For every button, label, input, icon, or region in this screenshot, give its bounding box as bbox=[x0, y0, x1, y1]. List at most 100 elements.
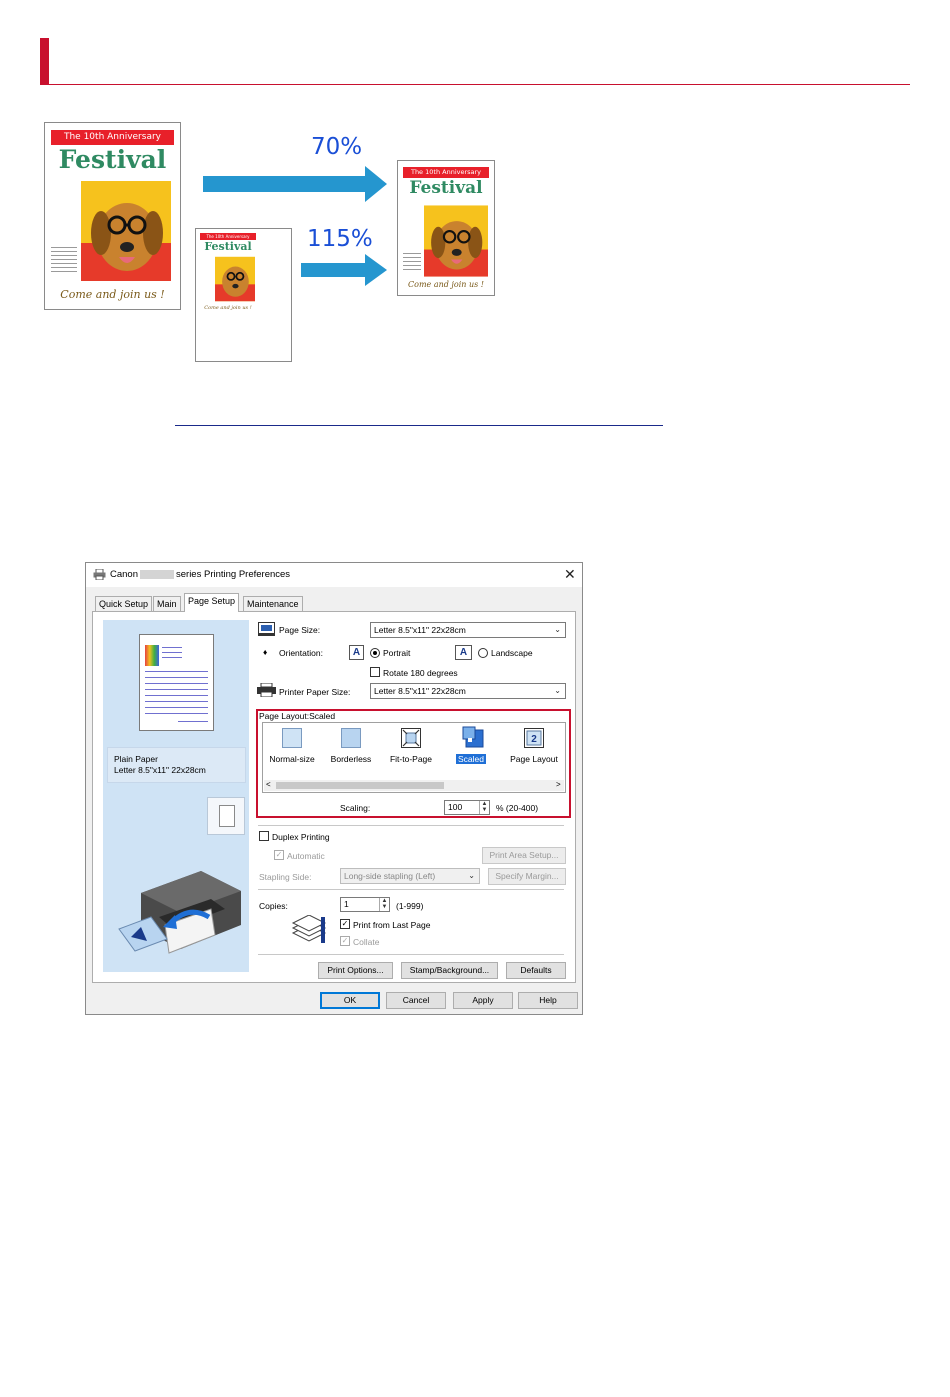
poster-tagline: Come and join us ! bbox=[60, 288, 165, 301]
page-size-value: Letter 8.5"x11" 22x28cm bbox=[374, 625, 466, 635]
small-poster-banner: The 10th Anniversary bbox=[200, 233, 256, 240]
scaling-value: 100 bbox=[448, 802, 463, 812]
spin-arrows-icon[interactable]: ▲ ▼ bbox=[479, 801, 489, 814]
scroll-right-icon[interactable]: > bbox=[556, 780, 561, 789]
landscape-radio[interactable] bbox=[478, 648, 488, 658]
portrait-radio[interactable] bbox=[370, 648, 380, 658]
scaled-poster-banner: The 10th Anniversary bbox=[403, 167, 489, 178]
specify-margin-button[interactable]: Specify Margin... bbox=[488, 868, 566, 885]
spin-arrows-icon[interactable]: ▲ ▼ bbox=[379, 898, 389, 911]
layout-normal-size[interactable]: Normal-size bbox=[269, 754, 315, 764]
copies-label: Copies: bbox=[259, 901, 288, 911]
scaled-poster: The 10th Anniversary Festival Come and j… bbox=[397, 160, 495, 296]
page-layout-icon[interactable]: 2 bbox=[524, 728, 544, 748]
defaults-button[interactable]: Defaults bbox=[506, 962, 566, 979]
poster-banner: The 10th Anniversary bbox=[51, 130, 174, 145]
copies-range: (1-999) bbox=[396, 901, 424, 911]
duplex-printing-label[interactable]: Duplex Printing bbox=[272, 832, 330, 842]
scaled-icon[interactable] bbox=[462, 726, 484, 748]
scaled-poster-title: Festival bbox=[409, 178, 483, 198]
print-from-last-page-checkbox[interactable]: ✓ bbox=[340, 919, 350, 929]
collate-checkbox[interactable]: ✓ bbox=[340, 936, 350, 946]
automatic-label: Automatic bbox=[287, 851, 325, 861]
page-size-select[interactable]: Letter 8.5"x11" 22x28cm ⌄ bbox=[370, 622, 566, 638]
automatic-checkbox[interactable]: ✓ bbox=[274, 850, 284, 860]
svg-text:2: 2 bbox=[531, 734, 537, 745]
scaled-poster-tagline: Come and join us ! bbox=[408, 280, 484, 289]
orientation-bullet-icon: ♦ bbox=[263, 647, 268, 657]
separator bbox=[258, 889, 564, 890]
printer-paper-size-value: Letter 8.5"x11" 22x28cm bbox=[374, 686, 466, 696]
preview-media-info: Plain Paper Letter 8.5"x11" 22x28cm bbox=[107, 747, 246, 783]
small-poster-title: Festival bbox=[204, 240, 252, 253]
page-layout-label: Page Layout:Scaled bbox=[259, 711, 335, 721]
page-size-icon bbox=[258, 622, 275, 636]
small-dog-photo-icon bbox=[215, 256, 255, 302]
scroll-left-icon[interactable]: < bbox=[266, 780, 271, 789]
tab-quick-setup[interactable]: Quick Setup bbox=[95, 596, 153, 611]
printer-illustration-icon bbox=[118, 871, 241, 954]
page-size-label: Page Size: bbox=[279, 625, 321, 635]
dialog-title-suffix: series Printing Preferences bbox=[176, 569, 291, 580]
printer-paper-size-select[interactable]: Letter 8.5"x11" 22x28cm ⌄ bbox=[370, 683, 566, 699]
scaled-poster-text-lines bbox=[403, 253, 421, 273]
borderless-icon[interactable] bbox=[341, 728, 361, 748]
scaling-label: Scaling: bbox=[340, 803, 371, 813]
print-from-last-page-label[interactable]: Print from Last Page bbox=[353, 920, 430, 930]
chevron-down-icon: ⌄ bbox=[554, 686, 561, 695]
dialog-title-prefix: Canon bbox=[110, 569, 138, 580]
stamp-background-button[interactable]: Stamp/Background... bbox=[401, 962, 498, 979]
tab-maintenance[interactable]: Maintenance bbox=[243, 596, 303, 611]
scale-115-label: 115% bbox=[307, 226, 373, 252]
page-layout-current: Scaled bbox=[309, 711, 336, 721]
landscape-icon: A bbox=[455, 645, 472, 660]
help-button[interactable]: Help bbox=[518, 992, 578, 1009]
tab-page-setup[interactable]: Page Setup bbox=[184, 593, 240, 612]
printer-paper-icon bbox=[257, 683, 276, 697]
preview-media-type: Plain Paper bbox=[114, 754, 158, 764]
layout-page-layout[interactable]: Page Layout bbox=[507, 754, 561, 764]
rotate-180-checkbox[interactable] bbox=[370, 667, 380, 677]
poster-text-lines bbox=[51, 247, 77, 275]
scrollbar-thumb[interactable] bbox=[276, 782, 444, 789]
scale-70-label: 70% bbox=[311, 134, 363, 160]
print-area-setup-button[interactable]: Print Area Setup... bbox=[482, 847, 566, 864]
rotate-180-label[interactable]: Rotate 180 degrees bbox=[383, 668, 458, 678]
tab-main[interactable]: Main bbox=[153, 596, 181, 611]
print-options-button[interactable]: Print Options... bbox=[318, 962, 393, 979]
layout-borderless[interactable]: Borderless bbox=[328, 754, 374, 764]
orientation-label: Orientation: bbox=[279, 648, 323, 658]
layout-scaled[interactable]: Scaled bbox=[456, 754, 486, 764]
small-poster-tagline: Come and join us ! bbox=[204, 305, 252, 311]
landscape-label[interactable]: Landscape bbox=[491, 648, 533, 658]
scaling-range: % (20-400) bbox=[496, 803, 539, 813]
fit-to-page-icon[interactable] bbox=[401, 728, 421, 748]
arrow-right-icon bbox=[203, 166, 387, 202]
normal-size-icon[interactable] bbox=[282, 728, 302, 748]
portrait-label[interactable]: Portrait bbox=[383, 648, 410, 658]
copies-input[interactable]: 1 ▲ ▼ bbox=[340, 897, 390, 912]
layout-fit-to-page[interactable]: Fit-to-Page bbox=[386, 754, 436, 764]
preview-page-thumbnail bbox=[139, 634, 214, 731]
stapling-side-select[interactable]: Long-side stapling (Left) ⌄ bbox=[340, 868, 480, 884]
hyperlink-underline[interactable] bbox=[175, 425, 663, 426]
chevron-down-icon: ⌄ bbox=[554, 625, 561, 634]
duplex-printing-checkbox[interactable] bbox=[259, 831, 269, 841]
close-icon[interactable]: ✕ bbox=[564, 566, 576, 583]
small-poster: The 10th Anniversary Festival Come and j… bbox=[197, 230, 259, 314]
scaling-input[interactable]: 100 ▲ ▼ bbox=[444, 800, 490, 815]
separator bbox=[258, 825, 564, 826]
page-layout-label-text: Page Layout: bbox=[259, 711, 310, 721]
page-layout-scrollbar[interactable] bbox=[264, 780, 564, 791]
paper-orientation-preview bbox=[207, 797, 245, 835]
copies-value: 1 bbox=[344, 899, 349, 909]
ok-button[interactable]: OK bbox=[320, 992, 380, 1009]
portrait-icon: A bbox=[349, 645, 364, 660]
section-header-rule bbox=[40, 84, 910, 85]
original-poster: The 10th Anniversary Festival Come and j… bbox=[44, 122, 181, 310]
apply-button[interactable]: Apply bbox=[453, 992, 513, 1009]
printer-paper-size-label: Printer Paper Size: bbox=[279, 687, 351, 697]
collate-label: Collate bbox=[353, 937, 380, 947]
cancel-button[interactable]: Cancel bbox=[386, 992, 446, 1009]
preview-media-size: Letter 8.5"x11" 22x28cm bbox=[114, 765, 206, 775]
